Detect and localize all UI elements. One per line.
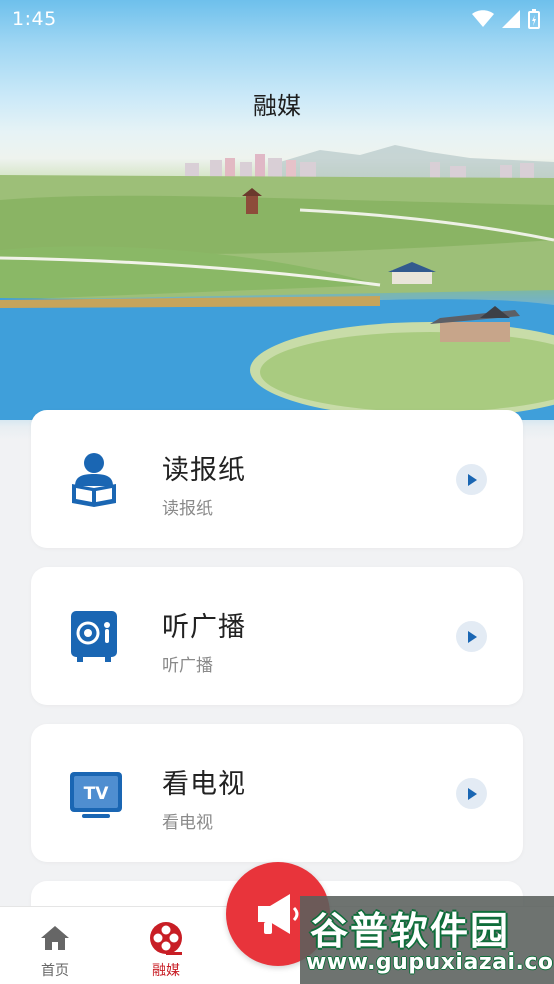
nav-label: 首页 bbox=[41, 963, 69, 979]
card-read-newspaper[interactable]: 读报纸 读报纸 bbox=[31, 410, 523, 548]
play-arrow-button[interactable] bbox=[456, 778, 487, 809]
nav-item-media[interactable]: 融媒 bbox=[111, 907, 221, 984]
card-subtitle: 听广播 bbox=[162, 656, 213, 676]
media-reel-icon bbox=[149, 921, 183, 955]
page-title: 融媒 bbox=[253, 92, 301, 120]
card-title: 听广播 bbox=[162, 612, 246, 643]
home-icon bbox=[38, 921, 72, 955]
header-banner bbox=[0, 0, 554, 440]
battery-icon bbox=[528, 9, 540, 29]
play-arrow-button[interactable] bbox=[456, 464, 487, 495]
card-watch-tv[interactable]: TV 看电视 看电视 bbox=[31, 724, 523, 862]
status-bar: 1:45 bbox=[0, 0, 554, 38]
nav-label: 融媒 bbox=[152, 963, 180, 979]
watermark: 谷普软件园 www.gupuxiazai.com bbox=[300, 896, 554, 984]
play-arrow-icon bbox=[467, 787, 477, 800]
card-title: 读报纸 bbox=[162, 455, 246, 486]
nav-item-home[interactable]: 首页 bbox=[0, 907, 110, 984]
status-time: 1:45 bbox=[12, 8, 57, 30]
status-icons bbox=[472, 9, 540, 29]
play-arrow-icon bbox=[467, 473, 477, 486]
card-subtitle: 读报纸 bbox=[162, 499, 213, 519]
radio-icon bbox=[69, 609, 119, 665]
watermark-url: www.gupuxiazai.com bbox=[306, 950, 554, 975]
newspaper-reader-icon bbox=[69, 452, 119, 508]
play-arrow-button[interactable] bbox=[456, 621, 487, 652]
card-subtitle: 看电视 bbox=[162, 813, 213, 833]
card-title: 看电视 bbox=[162, 769, 246, 800]
signal-icon bbox=[502, 10, 520, 28]
card-listen-radio[interactable]: 听广播 听广播 bbox=[31, 567, 523, 705]
megaphone-icon bbox=[258, 894, 299, 934]
wifi-icon bbox=[472, 10, 494, 27]
tv-icon: TV bbox=[69, 766, 122, 822]
tv-icon-label: TV bbox=[84, 784, 110, 804]
landscape-image bbox=[0, 145, 554, 420]
play-arrow-icon bbox=[467, 630, 477, 643]
watermark-title: 谷普软件园 bbox=[310, 909, 511, 953]
